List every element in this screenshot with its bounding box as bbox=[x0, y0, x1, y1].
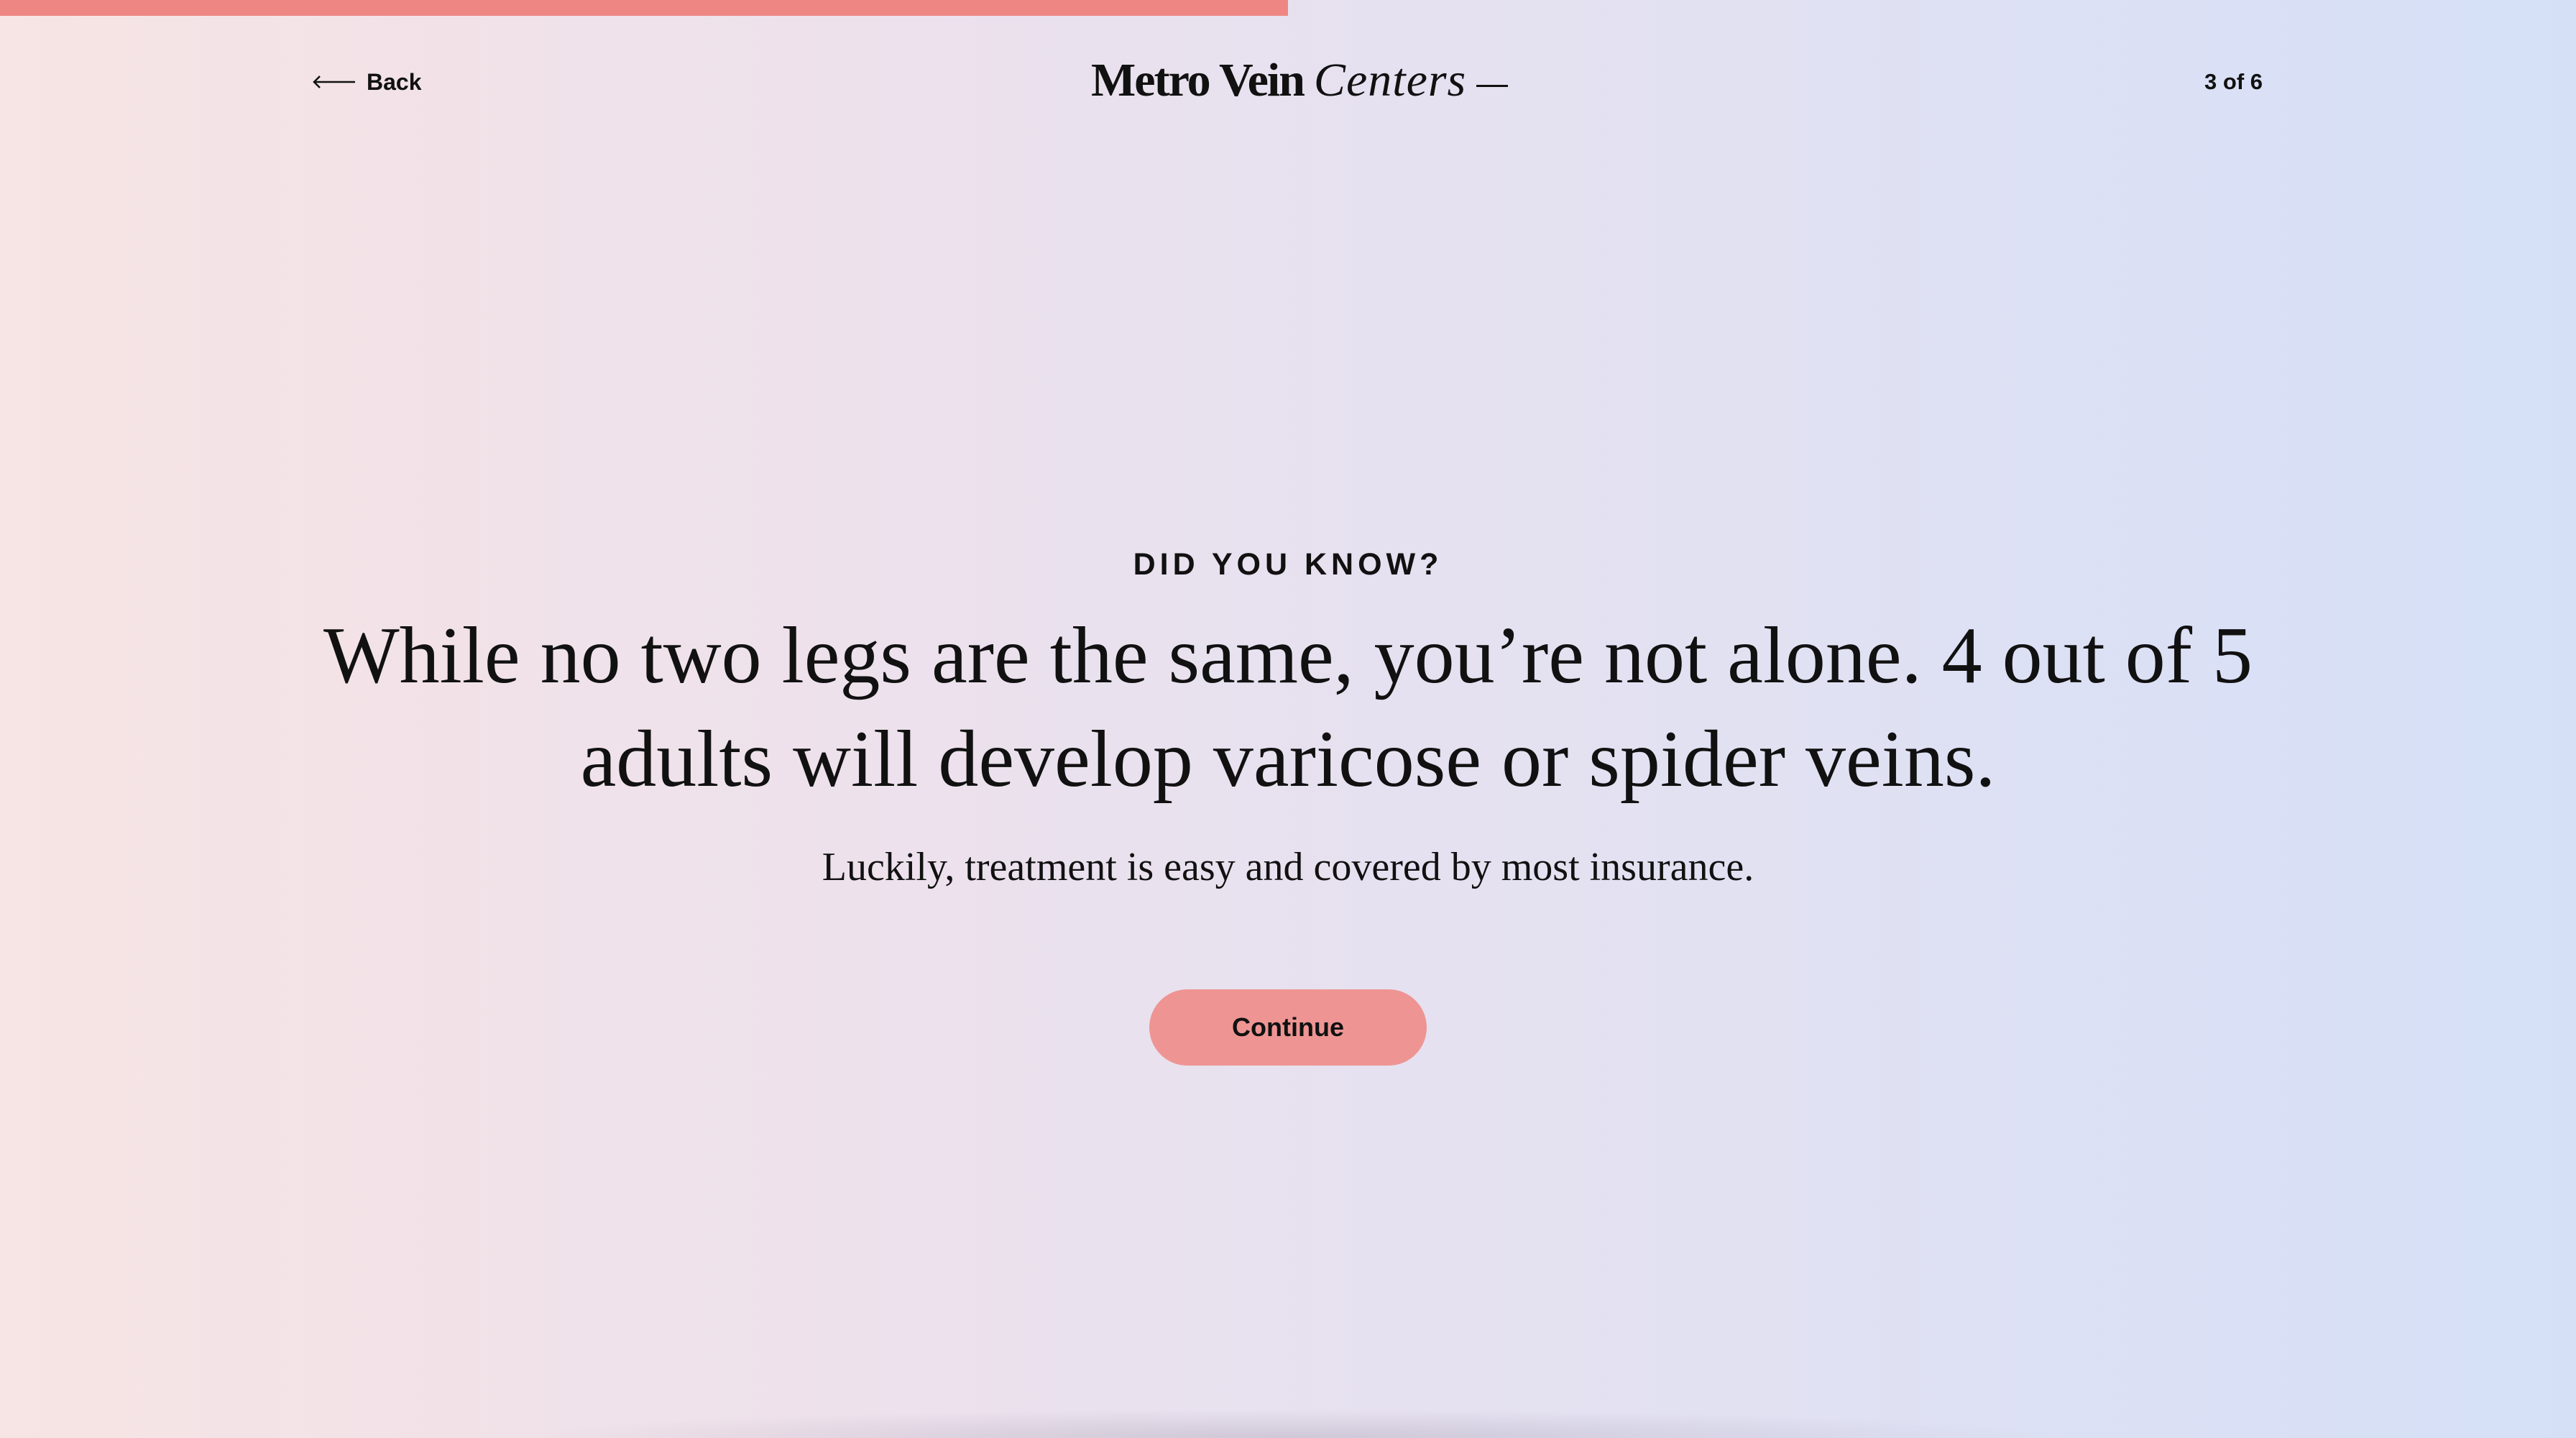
arrow-left-icon bbox=[312, 75, 356, 89]
bottom-shadow bbox=[503, 1409, 2077, 1438]
page-subtext: Luckily, treatment is easy and covered b… bbox=[822, 845, 1754, 889]
logo-wordmark-italic: Centers bbox=[1313, 54, 1467, 106]
logo-wordmark-strong: Metro Vein bbox=[1091, 54, 1305, 106]
logo-dash bbox=[1476, 84, 1509, 87]
eyebrow-heading: DID YOU KNOW? bbox=[1133, 547, 1443, 582]
brand-logo: Metro Vein Centers bbox=[1091, 53, 1509, 111]
top-navigation: Back Metro Vein Centers 3 of 6 bbox=[0, 0, 2576, 165]
back-label: Back bbox=[367, 68, 422, 95]
main-content: DID YOU KNOW? While no two legs are the … bbox=[0, 539, 2576, 1066]
page-headline: While no two legs are the same, you’re n… bbox=[323, 611, 2253, 804]
back-button[interactable]: Back bbox=[312, 66, 422, 98]
continue-button[interactable]: Continue bbox=[1149, 989, 1427, 1066]
step-counter: 3 of 6 bbox=[2204, 69, 2263, 94]
